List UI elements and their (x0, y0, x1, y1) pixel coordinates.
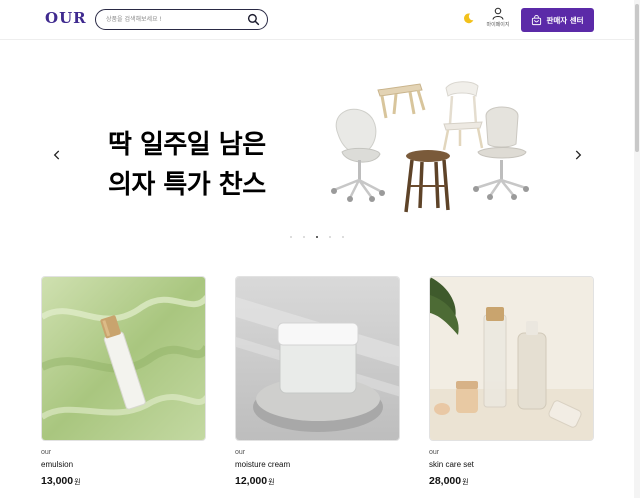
product-brand: our (429, 449, 440, 456)
carousel-dot[interactable] (303, 236, 305, 238)
product-price: 12,000원 (235, 475, 400, 487)
product-image-emulsion[interactable] (41, 276, 206, 441)
product-name[interactable]: skin care set (429, 460, 594, 469)
scrollbar-thumb[interactable] (635, 4, 639, 152)
search-icon[interactable] (247, 13, 260, 26)
moon-icon[interactable] (462, 12, 475, 25)
mypage-label: 마이페이지 (486, 22, 510, 28)
price-currency: 원 (268, 479, 275, 486)
chevron-left-icon[interactable] (50, 148, 64, 162)
seller-center-label: 판매자 센터 (546, 15, 584, 25)
product-brand: our (235, 449, 246, 456)
page-scrollbar[interactable] (634, 0, 640, 498)
carousel-pagination (290, 236, 344, 238)
search-input[interactable] (106, 13, 241, 26)
top-header: OUR 마이페이지 판매자 센터 (0, 0, 640, 40)
user-icon (492, 7, 504, 20)
white-shell-chair (331, 108, 385, 202)
hero-title-line2: 의자 특가 찬스 (108, 170, 266, 200)
product-image-skin-care-set[interactable] (429, 276, 594, 441)
product-name[interactable]: moisture cream (235, 460, 400, 469)
seller-center-button[interactable]: 판매자 센터 (521, 8, 594, 32)
product-brand: our (41, 449, 52, 456)
price-value: 12,000 (235, 475, 268, 487)
price-currency: 원 (462, 479, 469, 486)
white-office-chair (473, 106, 529, 200)
shopping-bag-icon (532, 14, 542, 25)
hero-title: 딱 일주일 남은 의자 특가 찬스 (108, 125, 266, 205)
hero-title-line1: 딱 일주일 남은 (108, 130, 266, 160)
carousel-dot[interactable] (342, 236, 344, 238)
dark-wood-stool (404, 150, 450, 213)
site-logo[interactable]: OUR (45, 9, 87, 27)
carousel-dot-active[interactable] (316, 236, 318, 238)
product-price: 28,000원 (429, 475, 594, 487)
product-name[interactable]: emulsion (41, 460, 206, 469)
mypage-button[interactable]: 마이페이지 (483, 7, 513, 33)
product-price: 13,000원 (41, 475, 206, 487)
carousel-dot[interactable] (329, 236, 331, 238)
product-card[interactable]: our moisture cream 12,000원 (235, 276, 400, 487)
price-currency: 원 (74, 479, 81, 486)
search-bar[interactable] (95, 9, 268, 30)
chevron-right-icon[interactable] (571, 148, 585, 162)
product-card[interactable]: our emulsion 13,000원 (41, 276, 206, 487)
price-value: 13,000 (41, 475, 74, 487)
carousel-dot[interactable] (290, 236, 292, 238)
product-card[interactable]: our skin care set 28,000원 (429, 276, 594, 487)
product-image-moisture-cream[interactable] (235, 276, 400, 441)
chairs-image (331, 81, 529, 213)
price-value: 28,000 (429, 475, 462, 487)
light-wood-chair (442, 81, 484, 151)
wooden-stool-small (377, 83, 426, 119)
